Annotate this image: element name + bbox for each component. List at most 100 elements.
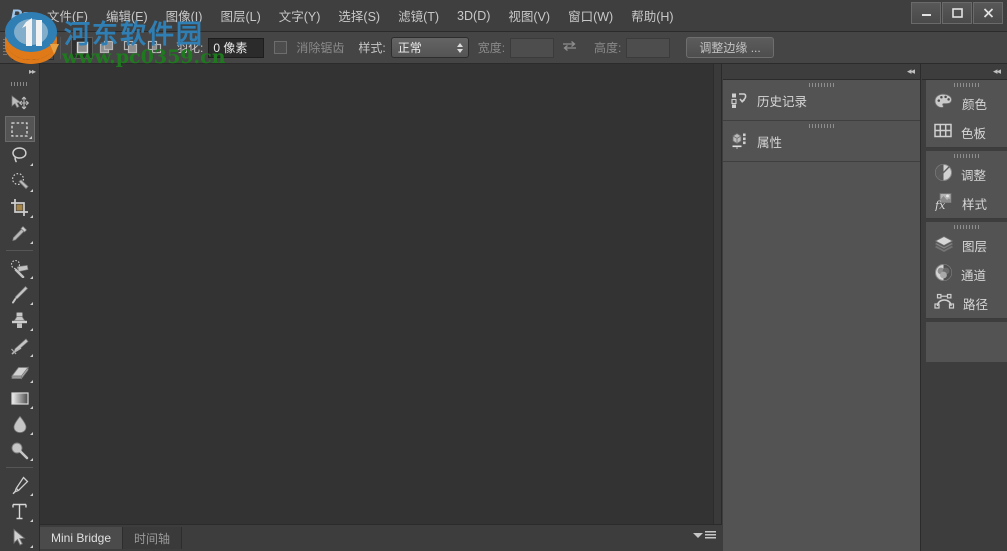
right-icon-dock: ◂◂ 颜色 色板 调整 fx 样式 图层 通道 路径 [922, 64, 1007, 551]
document-canvas-area[interactable] [40, 64, 722, 524]
color-group: 颜色 色板 [926, 80, 1007, 148]
panel-history[interactable]: 历史记录 [723, 80, 920, 121]
panel-grip[interactable] [926, 80, 1007, 89]
menu-type[interactable]: 文字(Y) [270, 3, 330, 28]
panel-channels-label: 通道 [961, 269, 987, 283]
tools-panel: ▸▸ [0, 64, 40, 551]
menu-image[interactable]: 图像(I) [157, 3, 212, 28]
tool-preset-picker[interactable] [12, 35, 54, 60]
right-dock-empty-area [926, 322, 1007, 362]
panel-menu-lines-icon [705, 531, 716, 540]
panel-color[interactable]: 颜色 [926, 89, 1007, 118]
refine-edge-button[interactable]: 调整边缘 ... [686, 37, 774, 58]
color-palette-icon [934, 93, 954, 115]
toolbar-divider-2 [6, 467, 33, 468]
lasso-tool[interactable] [5, 142, 35, 168]
spot-healing-brush-tool[interactable] [5, 255, 35, 281]
panel-swatches-label: 色板 [961, 127, 987, 141]
options-bar-grip[interactable] [0, 32, 10, 64]
marquee-preset-icon [21, 41, 36, 54]
stamp-icon [12, 311, 27, 328]
flyout-corner-icon [29, 302, 33, 305]
flyout-corner-icon [29, 493, 33, 496]
swap-arrows-icon[interactable] [562, 40, 577, 55]
panel-grip[interactable] [926, 151, 1007, 160]
panel-styles-label: 样式 [962, 198, 988, 212]
dodge-tool[interactable] [5, 437, 35, 463]
adjustments-group: 调整 fx 样式 [926, 151, 1007, 219]
width-label: 宽度: [477, 41, 506, 55]
path-selection-tool[interactable] [5, 524, 35, 550]
menu-select[interactable]: 选择(S) [329, 3, 389, 28]
width-input[interactable] [510, 37, 555, 58]
history-brush-tool[interactable] [5, 333, 35, 359]
blur-tool[interactable] [5, 411, 35, 437]
photoshop-window: Ps 文件(F) 编辑(E) 图像(I) 图层(L) 文字(Y) 选择(S) 滤… [0, 0, 1007, 551]
blur-drop-icon [13, 415, 26, 433]
tab-mini-bridge[interactable]: Mini Bridge [40, 527, 124, 549]
eyedropper-tool[interactable] [5, 220, 35, 246]
tools-panel-expand[interactable]: ▸▸ [0, 64, 39, 78]
eraser-icon [10, 365, 29, 380]
maximize-button[interactable] [942, 2, 972, 24]
panel-swatches[interactable]: 色板 [926, 118, 1007, 147]
eraser-tool[interactable] [5, 359, 35, 385]
new-selection-icon [76, 41, 88, 54]
options-bar: 羽化: 0 像素 消除锯齿 样式: 正常 宽度: 高度: 调整边缘 ... [0, 32, 1007, 64]
intersect-selection-icon [147, 40, 161, 54]
rectangular-marquee-tool[interactable] [4, 116, 35, 142]
flyout-corner-icon [29, 276, 33, 279]
move-tool[interactable] [5, 90, 35, 116]
divider [60, 36, 61, 59]
minimize-button[interactable] [911, 2, 941, 24]
brush-icon [12, 285, 28, 303]
panel-adjustments-label: 调整 [961, 169, 987, 183]
new-selection-button[interactable] [71, 36, 93, 59]
brush-tool[interactable] [5, 281, 35, 307]
panel-menu-icon[interactable] [693, 531, 716, 540]
menu-file[interactable]: 文件(F) [38, 3, 97, 28]
flyout-corner-icon [29, 189, 33, 192]
tab-timeline[interactable]: 时间轴 [123, 527, 183, 549]
height-input[interactable] [626, 37, 671, 58]
collapse-double-arrow-icon: ◂◂ [992, 66, 1001, 76]
canvas-vertical-scrollbar[interactable] [713, 64, 721, 524]
panel-styles[interactable]: fx 样式 [926, 189, 1007, 218]
panel-grip[interactable] [808, 83, 835, 87]
flyout-corner-icon [29, 406, 33, 409]
panel-layers[interactable]: 图层 [926, 231, 1007, 260]
subtract-from-selection-button[interactable] [119, 36, 141, 59]
middle-dock-collapse-button[interactable]: ◂◂ [723, 64, 920, 80]
panel-paths[interactable]: 路径 [926, 289, 1007, 318]
panel-grip[interactable] [808, 124, 835, 128]
pen-icon [12, 475, 29, 494]
close-button[interactable] [973, 2, 1003, 24]
panel-channels[interactable]: 通道 [926, 260, 1007, 289]
antialias-checkbox[interactable] [274, 41, 288, 54]
intersect-selection-button[interactable] [143, 36, 165, 59]
panel-properties[interactable]: 属性 [723, 121, 920, 162]
style-select[interactable]: 正常 [390, 37, 469, 58]
tools-panel-grip[interactable] [0, 78, 39, 90]
menu-view[interactable]: 视图(V) [499, 3, 559, 28]
menu-3d[interactable]: 3D(D) [448, 6, 499, 26]
paths-anchor-icon [934, 293, 955, 315]
horizontal-type-tool[interactable] [5, 498, 35, 524]
clone-stamp-tool[interactable] [5, 307, 35, 333]
quick-selection-tool[interactable] [5, 168, 35, 194]
panel-adjustments[interactable]: 调整 [926, 160, 1007, 189]
menu-help[interactable]: 帮助(H) [622, 3, 682, 28]
feather-input[interactable]: 0 像素 [208, 37, 265, 58]
marquee-icon [11, 121, 28, 137]
pen-tool[interactable] [5, 472, 35, 498]
menu-layer[interactable]: 图层(L) [211, 3, 269, 28]
add-to-selection-button[interactable] [95, 36, 117, 59]
menu-edit[interactable]: 编辑(E) [97, 3, 157, 28]
gradient-tool[interactable] [5, 385, 35, 411]
right-dock-collapse-button[interactable]: ◂◂ [922, 64, 1007, 80]
menu-window[interactable]: 窗口(W) [559, 3, 622, 28]
window-controls [910, 2, 1003, 24]
crop-tool[interactable] [5, 194, 35, 220]
panel-grip[interactable] [926, 222, 1007, 231]
menu-filter[interactable]: 滤镜(T) [389, 3, 448, 28]
